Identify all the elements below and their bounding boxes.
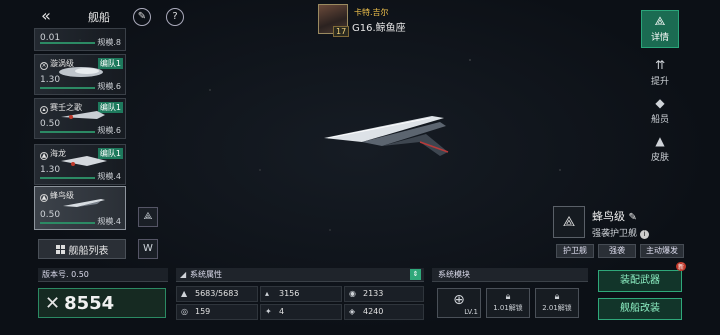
ship-edit-button[interactable]: ✎ <box>133 8 151 26</box>
ship-class-icon: ⟁ <box>553 206 585 238</box>
lock-icon: 🔒︎ <box>554 292 560 302</box>
ship-list-item[interactable]: ▲ 海龙 编队1 1.30 规模.4 <box>34 144 126 185</box>
lock-icon: 🔒︎ <box>505 292 511 302</box>
help-button[interactable]: ? <box>166 8 184 26</box>
ship-modify-button[interactable]: 舰船改装 <box>598 298 682 320</box>
tab-crew[interactable]: ◆ 船员 <box>641 92 679 130</box>
module-slot-3[interactable]: 🔒︎ 2.01解锁 <box>535 288 579 318</box>
attr-damage: ◈ 4240 <box>344 304 424 320</box>
ship-list-item[interactable]: × 漩涡级 编队1 1.30 规模.6 <box>34 54 126 95</box>
page-title: 舰船 <box>88 11 110 24</box>
class-emblem-icon: ⟁ <box>562 214 576 230</box>
combat-power-value: 8554 <box>64 292 115 314</box>
ship-list-button[interactable]: 舰船列表 <box>38 239 126 259</box>
ship-list-item-selected[interactable]: ▲ 蜂鸟级 0.50 规模.4 <box>34 186 126 230</box>
commander-name: 卡特.吉尔 <box>354 8 389 17</box>
ship-thumbnail <box>61 156 107 166</box>
ship-tag: 主动爆发 <box>640 244 684 258</box>
equip-weapons-button[interactable]: 装配武器 <box>598 270 682 292</box>
ship-type-icon: ▴ <box>40 106 48 114</box>
modules-title: 系统模块 <box>438 270 470 279</box>
version-label: 版本号. 0.50 <box>38 268 168 282</box>
ship-type-icon: ▲ <box>40 194 48 202</box>
attributes-toggle-icon[interactable]: ⇕ <box>410 269 421 280</box>
new-badge: 新 <box>676 262 687 271</box>
attr-hp: ▲ 5683/5683 <box>176 286 258 302</box>
crosshair-icon: ⊕ <box>453 292 465 308</box>
ship-type-filter-button[interactable]: ⟁ <box>138 207 158 227</box>
crossed-swords-icon: ✕ <box>45 292 61 314</box>
module-slot-2[interactable]: 🔒︎ 1.01解锁 <box>486 288 530 318</box>
attr-attack: ▴ 3156 <box>260 286 342 302</box>
ship-tag: 强袭 <box>598 244 636 258</box>
attr-defense: ◉ 2133 <box>344 286 424 302</box>
info-icon[interactable]: i <box>639 230 649 239</box>
ship-level-bar <box>40 42 95 44</box>
ship-level-bar <box>40 87 95 89</box>
attr-command: ✦ 4 <box>260 304 342 320</box>
commander-level-badge: 17 <box>333 26 350 37</box>
tab-skin[interactable]: ▲ 皮肤 <box>641 130 679 168</box>
commander-ship-class: G16.鲸鱼座 <box>352 23 406 34</box>
hull-icon: ▲ <box>181 289 188 298</box>
module-slot-1[interactable]: ⊕ LV.1 <box>437 288 481 318</box>
ship-level-bar <box>40 222 95 224</box>
attr-speed: ◎ 159 <box>176 304 258 320</box>
back-button[interactable]: « <box>36 6 56 26</box>
crew-icon: ◆ <box>655 96 665 110</box>
ship-name: 蜂鸟级 <box>592 210 625 223</box>
shield-icon: ◉ <box>349 289 356 298</box>
attributes-header: 系统属性 <box>176 268 424 282</box>
ship-list-item[interactable]: ▴ 赛壬之歌 编队1 0.50 规模.6 <box>34 98 126 139</box>
ship-filter-button[interactable]: W <box>138 239 158 259</box>
tab-details[interactable]: ⟁ 详情 <box>641 10 679 48</box>
ship-thumbnail <box>63 199 105 207</box>
emblem-icon: ⟁ <box>654 14 666 28</box>
tab-upgrade[interactable]: ⇈ 提升 <box>641 54 679 92</box>
pen-icon: ✎ <box>137 11 147 22</box>
command-icon: ✦ <box>265 307 272 316</box>
ship-thumbnail <box>61 111 105 119</box>
ship-level-bar <box>40 177 95 179</box>
upgrade-arrows-icon: ⇈ <box>654 58 666 72</box>
wing-emblem-icon: W <box>143 243 153 254</box>
question-icon: ? <box>172 11 178 22</box>
ship-list-item[interactable]: 0.01 规模.8 <box>34 28 126 51</box>
damage-icon: ◈ <box>349 307 356 316</box>
modules-header: 系统模块 <box>432 268 588 282</box>
skin-icon: ▲ <box>655 134 665 148</box>
back-arrow-icon: « <box>41 6 51 25</box>
attributes-header-icon: ◢ <box>180 270 187 279</box>
grid-icon <box>55 244 65 254</box>
ship-type-icon: × <box>40 62 48 70</box>
attack-icon: ▴ <box>265 289 270 298</box>
ship-subtype: 强袭护卫舰 <box>592 229 638 239</box>
ship-model <box>324 116 449 156</box>
combat-power-box: ✕ 8554 <box>38 288 166 318</box>
attributes-title: 系统属性 <box>190 270 222 279</box>
ship-thumbnail <box>59 67 103 77</box>
rename-pen-icon[interactable]: ✎ <box>629 212 637 223</box>
ship-type-icon: ▲ <box>40 152 48 160</box>
speed-icon: ◎ <box>181 307 188 316</box>
triangle-emblem-icon: ⟁ <box>143 211 153 222</box>
ship-level-bar <box>40 131 95 133</box>
ship-tag: 护卫舰 <box>556 244 594 258</box>
